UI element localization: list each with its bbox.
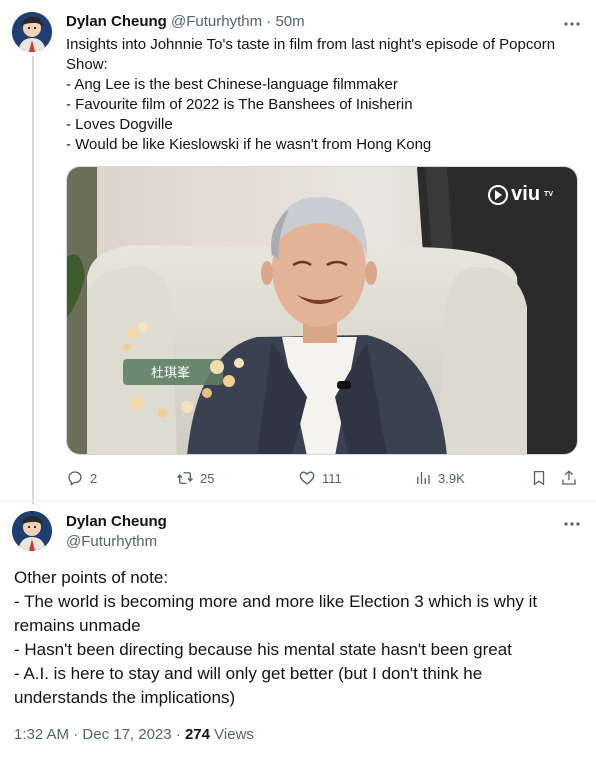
reply-count: 2 — [90, 470, 98, 486]
tweet-text-line: - Ang Lee is the best Chinese-language f… — [66, 76, 398, 93]
reply-icon — [66, 469, 84, 487]
thread-connector-line — [32, 56, 34, 504]
views-button[interactable]: 3.9K — [414, 466, 465, 490]
tweet-text: Insights into Johnnie To's taste in film… — [66, 35, 586, 155]
reply-button[interactable]: 2 — [66, 466, 97, 490]
tweet-metadata: 1:32 AM · Dec 17, 2023 · 274 Views — [14, 725, 254, 745]
share-icon — [560, 469, 578, 487]
views-label: Views — [214, 726, 254, 743]
tweet-text-line: Show: — [66, 56, 108, 73]
meta-separator: · — [69, 726, 83, 743]
author-handle[interactable]: @Futurhythm — [171, 13, 262, 30]
tweet-text-line: Insights into Johnnie To's taste in film… — [66, 36, 556, 53]
interview-photo: 杜琪峯 — [67, 167, 577, 454]
play-icon — [488, 184, 509, 205]
tweet-header: Dylan Cheung @Futurhythm · 50m — [66, 13, 305, 31]
tweet-text-line: - Favourite film of 2022 is The Banshees… — [66, 96, 413, 113]
avatar[interactable] — [12, 511, 52, 551]
tweet-text: Other points of note: - The world is bec… — [14, 566, 584, 710]
avatar[interactable] — [12, 12, 52, 52]
tweet-text-line: - Hasn't been directing because his ment… — [14, 640, 512, 659]
like-button[interactable]: 111 — [298, 466, 342, 490]
analytics-icon — [414, 469, 432, 487]
tweet-text-line: Other points of note: — [14, 568, 169, 587]
tweet-media-image[interactable]: 杜琪峯 viu TV — [66, 166, 578, 455]
author-name[interactable]: Dylan Cheung — [66, 513, 167, 531]
tweet-text-line: - A.I. is here to stay and will only get… — [14, 664, 483, 683]
views-count: 3.9K — [438, 470, 465, 486]
tweet-date[interactable]: Dec 17, 2023 — [82, 726, 171, 743]
like-count: 111 — [322, 470, 342, 486]
tweet-text-line: remains unmade — [14, 616, 141, 635]
avatar-illustration — [12, 511, 52, 551]
tweet-text-line: - Would be like Kieslowski if he wasn't … — [66, 136, 432, 153]
tweet-time[interactable]: 50m — [275, 13, 304, 30]
share-button[interactable] — [560, 466, 578, 490]
chinese-caption: 杜琪峯 — [151, 366, 190, 381]
retweet-count: 25 — [200, 470, 215, 486]
watermark-suffix: TV — [544, 191, 553, 198]
tweet-text-line: understands the implications) — [14, 688, 236, 707]
header-separator: · — [262, 13, 276, 30]
tweet-text-line: - Loves Dogville — [66, 116, 173, 133]
tweet-timestamp[interactable]: 1:32 AM — [14, 726, 69, 743]
author-name[interactable]: Dylan Cheung — [66, 13, 167, 30]
retweet-icon — [176, 469, 194, 487]
more-icon[interactable] — [562, 514, 582, 534]
tweet-action-bar: 2 25 111 3.9K — [66, 466, 582, 490]
avatar-illustration — [12, 12, 52, 52]
viu-tv-watermark: viu TV — [488, 183, 553, 206]
bookmark-button[interactable] — [530, 466, 548, 490]
watermark-text: viu — [511, 183, 541, 205]
author-handle[interactable]: @Futurhythm — [66, 533, 157, 551]
tweet-divider — [0, 500, 596, 501]
heart-icon — [298, 469, 316, 487]
views-count: 274 — [184, 726, 210, 743]
tweet-text-line: - The world is becoming more and more li… — [14, 592, 538, 611]
bookmark-icon — [530, 469, 548, 487]
retweet-button[interactable]: 25 — [176, 466, 214, 490]
meta-separator: · — [171, 726, 185, 743]
tweet-first[interactable]: Dylan Cheung @Futurhythm · 50m Insights … — [0, 0, 596, 504]
more-icon[interactable] — [562, 14, 582, 34]
